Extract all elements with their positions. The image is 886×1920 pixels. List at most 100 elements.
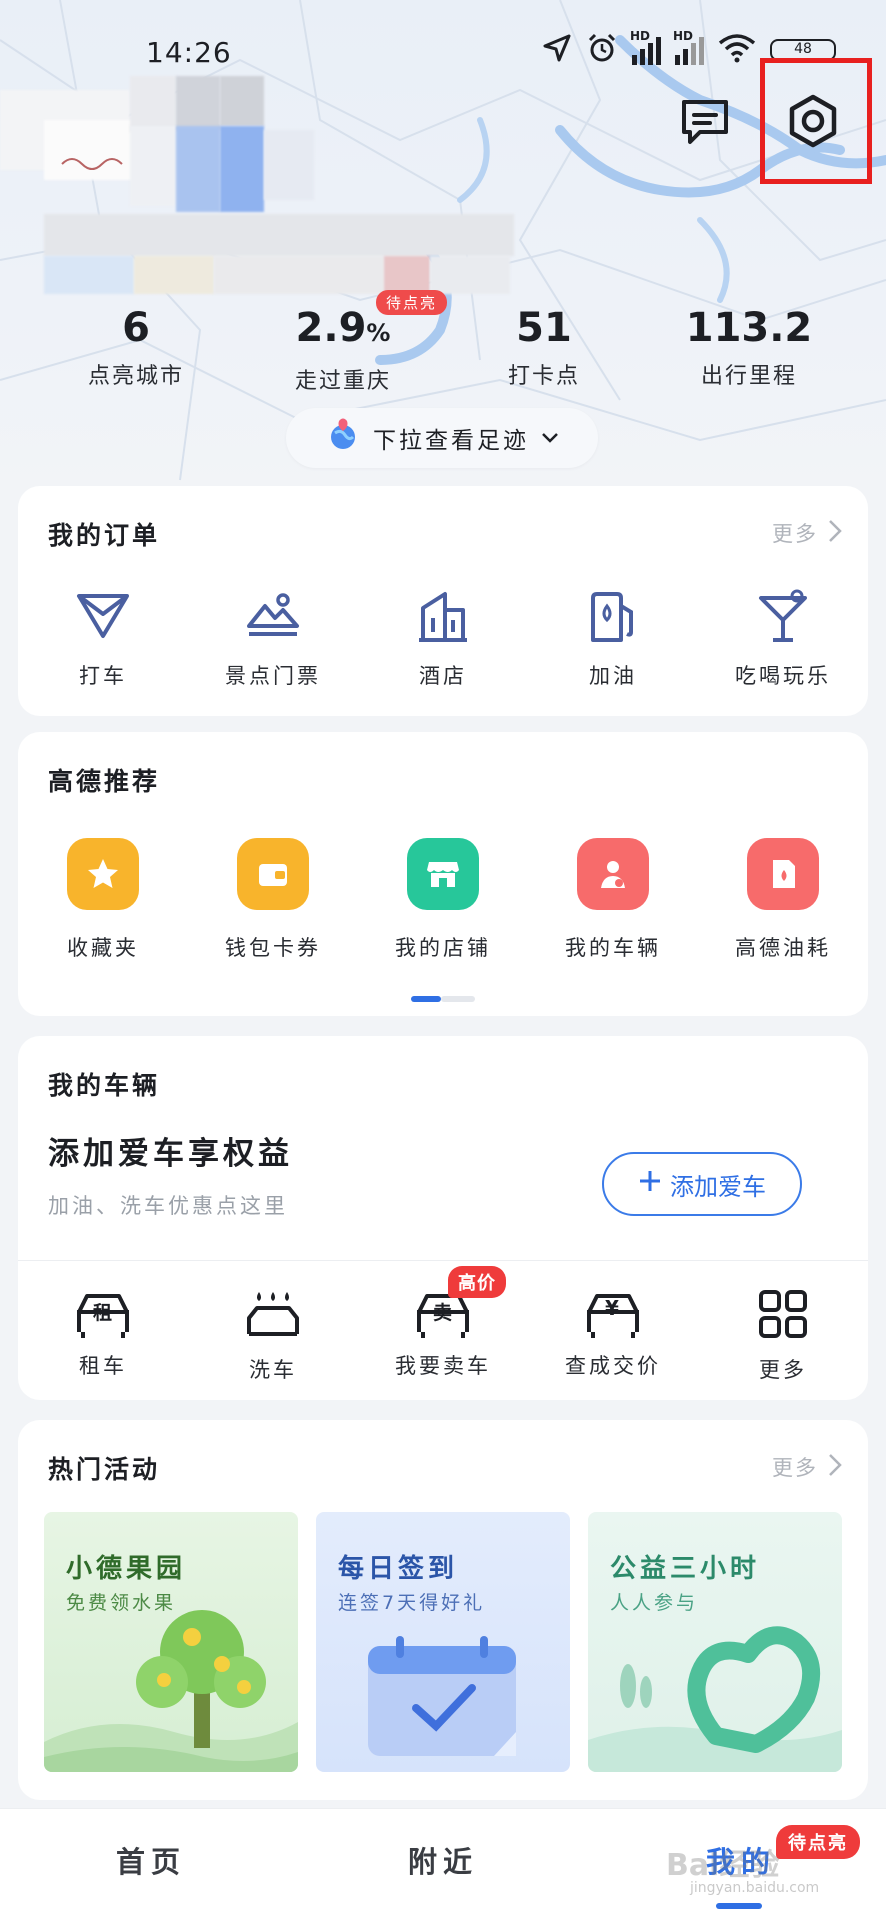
fuel-icon [583, 588, 643, 650]
order-taxi-label: 打车 [79, 664, 127, 688]
checkin-subtitle: 连签7天得好礼 [338, 1592, 486, 1614]
nav-home[interactable]: 首页 [116, 1839, 186, 1881]
rent-car-icon: 租 [73, 1288, 133, 1340]
message-icon [678, 96, 732, 150]
vehicle-services-grid: 租 租车 洗车 卖 高价 我要卖车 ¥ 查成交价 更多 [18, 1266, 868, 1384]
activity-checkin[interactable]: 每日签到 连签7天得好礼 [316, 1512, 570, 1772]
rec-wallet-label: 钱包卡券 [225, 936, 321, 960]
recommend-grid: 收藏夹 钱包卡券 我的店铺 我的车辆 高德油耗 [18, 838, 868, 962]
stat-checkins-label: 打卡点 [507, 364, 580, 389]
watermark: Bai经验 [666, 1848, 780, 1883]
stat-checkins-value: 51 [516, 305, 572, 351]
location-icon [542, 33, 572, 67]
rec-my-vehicle-label: 我的车辆 [565, 936, 661, 960]
order-scenic-label: 景点门票 [225, 664, 321, 688]
orders-title: 我的订单 [48, 521, 161, 550]
orders-grid: 打车 景点门票 酒店 加油 吃喝玩乐 [18, 588, 868, 690]
fuel-can-icon [747, 838, 819, 910]
order-entertainment[interactable]: 吃喝玩乐 [698, 588, 868, 690]
add-car-button-label: 添加爱车 [670, 1172, 766, 1201]
activity-orchard[interactable]: 小德果园 免费领水果 [44, 1512, 298, 1772]
rec-store[interactable]: 我的店铺 [358, 838, 528, 962]
stat-checkins[interactable]: 51 打卡点 [474, 300, 614, 390]
page-indicator [411, 996, 475, 1002]
stat-chongqing-label: 走过重庆 [294, 369, 391, 394]
order-hotel[interactable]: 酒店 [358, 588, 528, 690]
vehicle-title: 我的车辆 [48, 1071, 161, 1100]
signal-2-label: HD [673, 29, 694, 43]
recommend-title: 高德推荐 [48, 767, 161, 796]
charity-subtitle: 人人参与 [610, 1592, 699, 1614]
checkin-title: 每日签到 [338, 1554, 459, 1584]
stat-chongqing[interactable]: 2.9% 走过重庆 [268, 300, 418, 395]
order-taxi[interactable]: 打车 [18, 588, 188, 690]
vehicle-rent[interactable]: 租 租车 [18, 1288, 188, 1384]
stat-mileage-value: 113.2 [685, 305, 813, 351]
sell-glyph: 卖 [433, 1302, 453, 1324]
add-car-button[interactable]: 添加爱车 [602, 1152, 802, 1216]
car-wash-icon [243, 1288, 303, 1344]
watermark-url: jingyan.baidu.com [690, 1880, 820, 1896]
vehicle-sell[interactable]: 卖 高价 我要卖车 [358, 1266, 528, 1384]
pull-down-footprint[interactable]: 下拉查看足迹 [286, 408, 598, 468]
stat-cities-label: 点亮城市 [87, 364, 184, 389]
vehicle-more-label: 更多 [759, 1358, 807, 1382]
store-icon [407, 838, 479, 910]
price-car-icon: ¥ [583, 1288, 643, 1340]
message-button[interactable] [674, 92, 736, 154]
signal-2-icon: HD [673, 29, 704, 65]
rec-fuel-consumption-label: 高德油耗 [735, 936, 831, 960]
rec-favorites-label: 收藏夹 [67, 936, 139, 960]
vehicle-wash[interactable]: 洗车 [188, 1288, 358, 1384]
orders-card: 我的订单 更多 打车 景点门票 酒店 加油 吃喝玩乐 [18, 486, 868, 716]
stat-mileage-label: 出行里程 [700, 364, 797, 389]
order-scenic[interactable]: 景点门票 [188, 588, 358, 690]
vehicle-sell-label: 我要卖车 [395, 1354, 491, 1378]
cocktail-icon [753, 588, 813, 650]
stat-chongqing-number: 2.9 [295, 305, 367, 351]
order-hotel-label: 酒店 [419, 664, 467, 688]
signal-1-icon: HD [630, 29, 661, 65]
price-glyph: ¥ [605, 1296, 619, 1320]
stat-chongqing-unit: % [366, 319, 391, 347]
divider [18, 1260, 868, 1261]
status-time: 14:26 [146, 36, 232, 69]
footprint-stats: 6 点亮城市 2.9% 走过重庆 51 打卡点 113.2 出行里程 [0, 300, 886, 400]
stat-mileage[interactable]: 113.2 出行里程 [674, 300, 824, 390]
taxi-icon [73, 588, 133, 650]
recommend-card: 高德推荐 收藏夹 钱包卡券 我的店铺 我的车辆 高德油耗 [18, 732, 868, 1016]
vehicle-more[interactable]: 更多 [698, 1288, 868, 1384]
add-car-headline: 添加爱车享权益 [48, 1136, 293, 1172]
wallet-icon [237, 838, 309, 910]
grid-icon [757, 1288, 809, 1344]
activity-charity[interactable]: 公益三小时 人人参与 [588, 1512, 842, 1772]
charity-title: 公益三小时 [610, 1554, 761, 1584]
vehicle-price[interactable]: ¥ 查成交价 [528, 1288, 698, 1384]
rec-my-vehicle[interactable]: 我的车辆 [528, 838, 698, 962]
vehicle-price-label: 查成交价 [565, 1354, 661, 1378]
signal-1-label: HD [630, 29, 651, 43]
orders-more-link[interactable]: 更多 [772, 518, 842, 548]
add-car-subline: 加油、洗车优惠点这里 [48, 1194, 288, 1218]
nav-nearby[interactable]: 附近 [408, 1839, 478, 1881]
activities-more-label: 更多 [772, 1456, 818, 1480]
rec-fuel-consumption[interactable]: 高德油耗 [698, 838, 868, 962]
chevron-down-icon [541, 425, 559, 451]
rec-favorites[interactable]: 收藏夹 [18, 838, 188, 962]
order-fuel[interactable]: 加油 [528, 588, 698, 690]
rent-glyph: 租 [93, 1302, 113, 1324]
driver-icon [577, 838, 649, 910]
chevron-right-icon [828, 1453, 842, 1482]
high-price-badge: 高价 [448, 1266, 506, 1298]
rec-wallet[interactable]: 钱包卡券 [188, 838, 358, 962]
wifi-icon [718, 33, 756, 67]
orders-more-label: 更多 [772, 522, 818, 546]
nav-mine-badge: 待点亮 [776, 1825, 860, 1859]
activities-more-link[interactable]: 更多 [772, 1452, 842, 1482]
scenic-icon [243, 588, 303, 650]
orchard-subtitle: 免费领水果 [66, 1592, 177, 1614]
vehicle-wash-label: 洗车 [249, 1358, 297, 1382]
alarm-icon [586, 32, 618, 68]
stat-cities[interactable]: 6 点亮城市 [66, 300, 206, 390]
plus-icon [638, 1169, 662, 1199]
